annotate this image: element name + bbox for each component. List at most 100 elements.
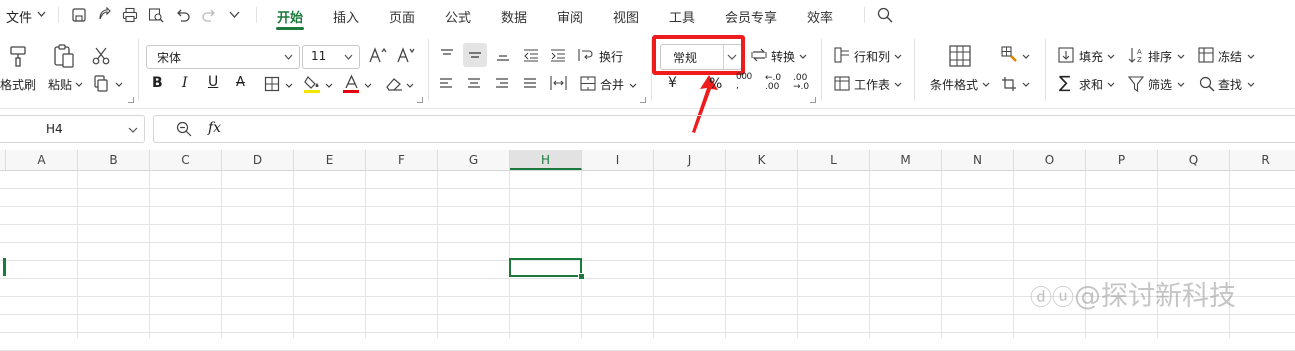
wrap-text-button[interactable]: 换行 [599, 48, 623, 65]
tab-view[interactable]: 视图 [613, 7, 639, 26]
column-header-f[interactable]: F [366, 150, 438, 170]
align-bottom-icon[interactable] [496, 50, 510, 62]
column-header-h[interactable]: H [510, 150, 582, 170]
align-left-icon[interactable] [439, 77, 453, 90]
cell-style-icon[interactable] [1001, 46, 1018, 64]
chevron-down-icon[interactable] [1247, 82, 1255, 87]
decrease-font-icon[interactable] [397, 47, 415, 63]
column-header-i[interactable]: I [582, 150, 654, 170]
convert-icon[interactable] [751, 47, 767, 63]
chevron-down-icon[interactable] [1177, 82, 1185, 87]
merge-cells-icon[interactable] [580, 76, 596, 91]
worksheet-button[interactable]: 工作表 [854, 76, 890, 93]
quick-access-more-icon[interactable] [229, 11, 240, 18]
fill-button[interactable]: 填充 [1079, 48, 1103, 65]
chevron-down-icon[interactable] [894, 54, 902, 59]
fill-color-icon[interactable] [304, 74, 321, 94]
align-center-icon[interactable] [467, 77, 481, 90]
column-header-d[interactable]: D [222, 150, 294, 170]
chevron-down-icon[interactable] [1022, 54, 1030, 59]
bold-icon[interactable]: B [152, 75, 163, 91]
tab-review[interactable]: 审阅 [557, 7, 583, 26]
distributed-align-icon[interactable] [550, 75, 567, 91]
eraser-icon[interactable] [385, 76, 403, 92]
justify-icon[interactable] [523, 77, 537, 90]
chevron-down-icon[interactable] [1107, 54, 1115, 59]
sum-icon[interactable]: ∑ [1059, 73, 1070, 93]
zoom-formula-icon[interactable] [176, 121, 192, 137]
find-icon[interactable] [1199, 76, 1215, 92]
font-name-select[interactable]: 宋体 [146, 45, 300, 69]
chevron-down-icon[interactable] [1107, 82, 1115, 87]
clipboard-launcher-icon[interactable] [128, 97, 134, 103]
tab-home[interactable]: 开始 [277, 7, 303, 26]
column-header-o[interactable]: O [1014, 150, 1086, 170]
thousands-separator-icon[interactable]: 000, [736, 73, 752, 91]
format-painter-icon[interactable] [8, 45, 28, 67]
column-header-j[interactable]: J [654, 150, 726, 170]
font-size-select[interactable]: 11 [302, 45, 360, 69]
chevron-down-icon[interactable] [364, 83, 372, 88]
filter-button[interactable]: 筛选 [1148, 76, 1172, 93]
decrease-decimal-icon[interactable]: .00 →.0 [793, 74, 809, 92]
print-preview-icon[interactable] [148, 7, 164, 23]
column-header-q[interactable]: Q [1158, 150, 1230, 170]
increase-decimal-icon[interactable]: ←.0.00 [765, 74, 781, 92]
column-header-m[interactable]: M [870, 150, 942, 170]
column-header-a[interactable]: A [6, 150, 78, 170]
column-header-b[interactable]: B [78, 150, 150, 170]
chevron-down-icon[interactable] [629, 83, 637, 88]
underline-icon[interactable]: U [208, 74, 218, 90]
rows-columns-icon[interactable] [834, 47, 850, 63]
formula-input[interactable] [153, 115, 1295, 143]
increase-indent-icon[interactable] [550, 48, 566, 62]
freeze-button[interactable]: 冻结 [1218, 48, 1242, 65]
align-top-icon[interactable] [440, 48, 454, 60]
chevron-down-icon[interactable] [894, 82, 902, 87]
save-icon[interactable] [71, 7, 87, 23]
chevron-down-icon[interactable] [1177, 54, 1185, 59]
redo-icon[interactable] [201, 7, 217, 23]
tab-tools[interactable]: 工具 [669, 7, 695, 26]
font-color-icon[interactable] [343, 74, 360, 94]
chevron-down-icon[interactable] [406, 83, 414, 88]
filter-icon[interactable] [1128, 76, 1144, 92]
paste-button[interactable]: 粘贴 [48, 76, 72, 93]
align-right-icon[interactable] [495, 77, 509, 90]
column-header-k[interactable]: K [726, 150, 798, 170]
fill-handle[interactable] [578, 273, 585, 280]
column-header-c[interactable]: C [150, 150, 222, 170]
chevron-down-icon[interactable] [1022, 82, 1030, 87]
name-box[interactable]: H4 [0, 115, 145, 143]
insert-function-icon[interactable]: fx [208, 120, 221, 136]
chevron-down-icon[interactable] [982, 82, 990, 87]
chevron-down-icon[interactable] [325, 83, 333, 88]
share-icon[interactable] [96, 7, 112, 23]
cut-icon[interactable] [92, 47, 110, 65]
selected-cell-h4[interactable] [509, 258, 582, 277]
column-header-g[interactable]: G [438, 150, 510, 170]
search-icon[interactable] [877, 7, 893, 23]
paste-icon[interactable] [52, 43, 76, 69]
tab-formula[interactable]: 公式 [445, 7, 471, 26]
font-launcher-icon[interactable] [417, 97, 423, 103]
undo-icon[interactable] [175, 7, 191, 23]
borders-icon[interactable] [264, 76, 280, 92]
column-header-r[interactable]: R [1230, 150, 1295, 170]
tab-insert[interactable]: 插入 [333, 7, 359, 26]
merge-button[interactable]: 合并 [600, 76, 624, 93]
sum-button[interactable]: 求和 [1079, 76, 1103, 93]
file-menu[interactable]: 文件 [6, 7, 32, 26]
convert-button[interactable]: 转换 [771, 48, 795, 65]
print-icon[interactable] [122, 7, 138, 23]
conditional-format-icon[interactable] [948, 44, 972, 68]
fill-icon[interactable] [1058, 47, 1074, 63]
italic-icon[interactable]: I [182, 75, 188, 91]
sort-icon[interactable]: AZ [1128, 46, 1146, 64]
tab-page[interactable]: 页面 [389, 7, 415, 26]
alignment-launcher-icon[interactable] [640, 97, 646, 103]
percent-icon[interactable]: % [709, 76, 722, 92]
copy-icon[interactable] [93, 75, 109, 92]
decrease-indent-icon[interactable] [523, 48, 539, 62]
sort-button[interactable]: 排序 [1148, 48, 1172, 65]
